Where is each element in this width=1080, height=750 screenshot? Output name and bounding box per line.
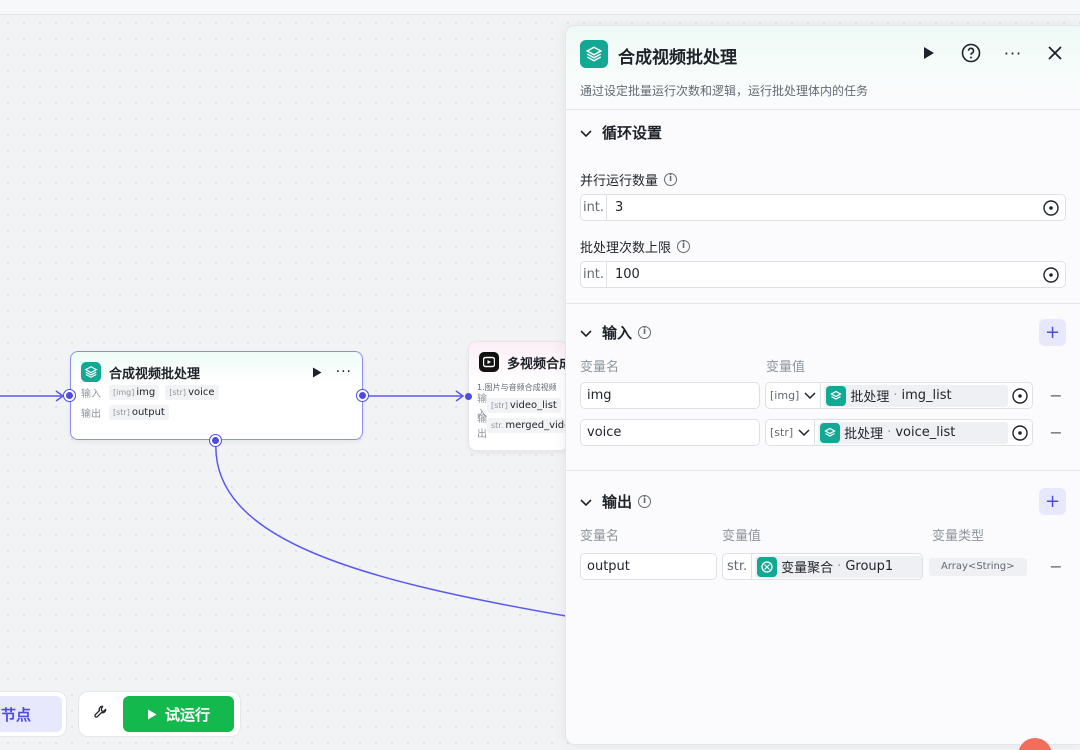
node-run-icon[interactable] (312, 363, 322, 382)
add-output-button[interactable]: + (1039, 487, 1066, 515)
batch-layers-icon (826, 385, 847, 406)
node-more-icon[interactable]: ··· (336, 364, 352, 380)
info-icon[interactable]: i (638, 494, 652, 508)
variable-target-icon[interactable] (1008, 387, 1032, 404)
col-var-value: 变量值 (722, 528, 762, 544)
input-tag-voice: [str] voice (165, 384, 219, 400)
col-var-name: 变量名 (580, 528, 620, 544)
input-section: 输入 i + 变量名 变量值 img [img] 批处理 · img_list − … (566, 310, 1080, 471)
output-tag-output: [str] output (109, 404, 169, 420)
video-merge-node[interactable]: 多视频合成 1.图片与音频合成视频 输入 [str] video_list 输出 … (468, 341, 568, 451)
variable-target-icon[interactable] (1008, 424, 1032, 441)
chevron-down-icon (798, 428, 810, 436)
panel-description: 通过设定批量运行次数和逻辑，运行批处理体内的任务 (580, 84, 869, 98)
batch-node-inputs: 输入 [img] img [str] voice (71, 382, 362, 402)
batch-output-port[interactable] (357, 390, 368, 401)
panel-layers-icon (580, 40, 608, 68)
input-section-title: 输入 (602, 323, 633, 342)
add-input-button[interactable]: + (1039, 318, 1066, 346)
add-node-button[interactable]: 加节点 (0, 696, 62, 732)
play-icon (147, 709, 157, 719)
video-node-title: 多视频合成 (507, 356, 568, 372)
batch-node[interactable]: 合成视频批处理 ··· 输入 [img] img [str] voice 输出 [s… (70, 351, 363, 440)
var-value-ref[interactable]: str. 变量聚合 · Group1 (722, 553, 923, 580)
output-tag-merged: str.merged_video (487, 417, 567, 433)
output-section: 输出 i + 变量名 变量值 变量类型 output str. 变量聚合 · Gro… (566, 479, 1080, 585)
type-badge: str. (723, 554, 753, 579)
type-select[interactable]: [img] (766, 383, 822, 408)
var-value-ref[interactable]: [str] 批处理 · voice_list (765, 419, 1033, 446)
batch-node-outputs: 输出 [str] output (71, 402, 362, 422)
parallel-count-field[interactable]: int. 3 (580, 194, 1066, 221)
remove-input-button[interactable]: − (1046, 386, 1066, 405)
reference-chip[interactable]: 批处理 · voice_list (818, 421, 1008, 444)
input-tag-video-list: [str] video_list (487, 397, 561, 413)
max-batch-label: 批处理次数上限 (580, 240, 672, 256)
help-icon[interactable] (960, 42, 982, 64)
output-section-title: 输出 (602, 492, 633, 511)
panel-title: 合成视频批处理 (618, 48, 737, 68)
toolbar-run: 试运行 (78, 691, 241, 737)
batch-input-port[interactable] (64, 390, 75, 401)
chevron-down-icon[interactable] (580, 323, 592, 342)
type-select[interactable]: [str] (766, 420, 816, 445)
wrench-icon[interactable] (93, 704, 109, 724)
edge-batch-body (215, 440, 567, 617)
info-icon[interactable]: i (664, 172, 678, 186)
int-type-badge: int. (581, 262, 607, 287)
variable-target-icon[interactable] (1037, 266, 1065, 283)
input-label: 输入 (81, 388, 101, 400)
max-batch-field[interactable]: int. 100 (580, 261, 1066, 288)
test-run-button[interactable]: 试运行 (123, 696, 234, 732)
toolbar-add: 加节点 (0, 691, 67, 737)
video-play-icon (479, 352, 499, 372)
video-input-port[interactable] (465, 393, 472, 400)
video-node-outputs: 输出 str.merged_video (469, 414, 567, 440)
info-icon[interactable]: i (677, 239, 691, 253)
remove-input-button[interactable]: − (1046, 423, 1066, 442)
var-name-input[interactable]: img (580, 382, 760, 409)
chevron-down-icon (804, 391, 816, 399)
input-row: voice [str] 批处理 · voice_list − (566, 414, 1080, 451)
input-row: img [img] 批处理 · img_list − (566, 377, 1080, 414)
int-type-badge: int. (581, 195, 607, 220)
chevron-down-icon[interactable] (580, 123, 592, 142)
more-icon[interactable]: ··· (1002, 42, 1024, 64)
col-var-name: 变量名 (580, 359, 620, 375)
parallel-label: 并行运行数量 (580, 173, 659, 189)
batch-layers-icon (820, 422, 841, 443)
remove-output-button[interactable]: − (1046, 557, 1066, 576)
output-label: 输出 (81, 408, 101, 420)
close-icon[interactable] (1044, 42, 1066, 64)
parallel-count-value[interactable]: 3 (607, 200, 1037, 215)
batch-node-title: 合成视频批处理 (109, 366, 201, 382)
var-name-input[interactable]: voice (580, 419, 760, 446)
output-row: output str. 变量聚合 · Group1 Array<String> − (566, 548, 1080, 585)
info-icon[interactable]: i (638, 325, 652, 339)
var-value-ref[interactable]: [img] 批处理 · img_list (765, 382, 1033, 409)
col-var-value: 变量值 (766, 359, 806, 375)
var-name-input[interactable]: output (580, 553, 717, 580)
chevron-down-icon[interactable] (580, 492, 592, 511)
aggregate-icon (757, 556, 778, 577)
input-tag-img: [img] img (109, 384, 160, 400)
reference-chip[interactable]: 变量聚合 · Group1 (755, 555, 922, 578)
batch-body-port[interactable] (210, 435, 221, 446)
loop-settings-section: 循环设置 并行运行数量 i int. 3 批处理次数上限 i int. 100 (566, 110, 1080, 304)
reference-chip[interactable]: 批处理 · img_list (824, 384, 1008, 407)
batch-layers-icon (81, 362, 101, 382)
node-settings-panel: 合成视频批处理 ··· 通过设定批量运行次数和逻辑，运行批处理体内的任务 循环设… (565, 25, 1080, 745)
loop-settings-title: 循环设置 (602, 123, 663, 142)
max-batch-value[interactable]: 100 (607, 267, 1037, 282)
col-var-type: 变量类型 (932, 528, 985, 544)
panel-run-icon[interactable] (918, 42, 940, 64)
variable-target-icon[interactable] (1037, 199, 1065, 216)
var-type-tag: Array<String> (929, 557, 1027, 576)
panel-header: 合成视频批处理 ··· 通过设定批量运行次数和逻辑，运行批处理体内的任务 (566, 26, 1080, 110)
